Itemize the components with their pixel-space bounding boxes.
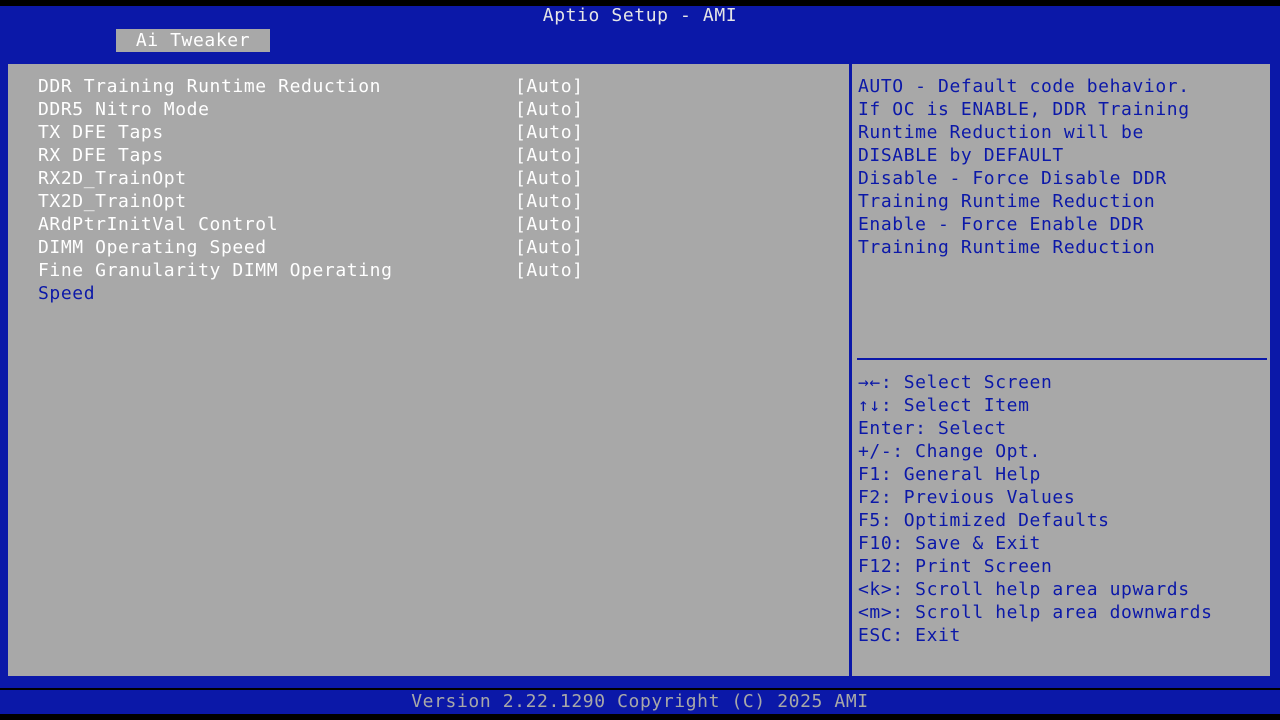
key-help-scroll-down: <m>: Scroll help area downwards [858, 602, 1213, 623]
key-help-f10: F10: Save & Exit [858, 533, 1041, 554]
setting-label: TX2D_TrainOpt [38, 191, 187, 212]
help-line: If OC is ENABLE, DDR Training [858, 99, 1190, 120]
setting-value[interactable]: [Auto] [515, 259, 584, 282]
help-text-panel: AUTO - Default code behavior. If OC is E… [858, 75, 1268, 259]
setting-value[interactable]: [Auto] [515, 213, 584, 236]
help-divider [857, 358, 1267, 360]
help-line: Training Runtime Reduction [858, 237, 1156, 258]
setting-value[interactable]: [Auto] [515, 190, 584, 213]
setting-value[interactable]: [Auto] [515, 144, 584, 167]
setting-label: DDR Training Runtime Reduction [38, 76, 382, 97]
setting-label: DIMM Operating Speed [38, 237, 267, 258]
setting-label: Fine Granularity DIMM Operating [38, 260, 393, 281]
vertical-divider [849, 62, 852, 678]
help-line: Runtime Reduction will be [858, 122, 1144, 143]
help-line: DISABLE by DEFAULT [858, 145, 1064, 166]
key-help-scroll-up: <k>: Scroll help area upwards [858, 579, 1190, 600]
key-help-f5: F5: Optimized Defaults [858, 510, 1110, 531]
setting-value[interactable]: [Auto] [515, 121, 584, 144]
help-line: Enable - Force Enable DDR [858, 214, 1144, 235]
help-line: Disable - Force Disable DDR [858, 168, 1167, 189]
setting-label: Speed [38, 283, 96, 304]
setting-value[interactable]: [Auto] [515, 98, 584, 121]
setting-label: RX2D_TrainOpt [38, 168, 187, 189]
key-help-select-screen: →←: Select Screen [858, 372, 1053, 393]
key-help-f12: F12: Print Screen [858, 556, 1053, 577]
setting-label: TX DFE Taps [38, 122, 164, 143]
key-help-change-opt: +/-: Change Opt. [858, 441, 1041, 462]
key-help-enter: Enter: Select [858, 418, 1007, 439]
setting-label: ARdPtrInitVal Control [38, 214, 279, 235]
help-line: Training Runtime Reduction [858, 191, 1156, 212]
key-help-esc: ESC: Exit [858, 625, 961, 646]
setting-value[interactable]: [Auto] [515, 167, 584, 190]
setting-value[interactable]: [Auto] [515, 236, 584, 259]
help-line: AUTO - Default code behavior. [858, 76, 1190, 97]
footer-version: Version 2.22.1290 Copyright (C) 2025 AMI [0, 690, 1280, 714]
tab-ai-tweaker[interactable]: Ai Tweaker [116, 29, 270, 52]
key-help-f1: F1: General Help [858, 464, 1041, 485]
setting-label: DDR5 Nitro Mode [38, 99, 210, 120]
key-help-panel: →←: Select Screen ↑↓: Select Item Enter:… [858, 371, 1268, 647]
setting-value[interactable]: [Auto] [515, 75, 584, 98]
key-help-select-item: ↑↓: Select Item [858, 395, 1030, 416]
window-title: Aptio Setup - AMI [542, 5, 738, 26]
setting-label: RX DFE Taps [38, 145, 164, 166]
key-help-f2: F2: Previous Values [858, 487, 1076, 508]
